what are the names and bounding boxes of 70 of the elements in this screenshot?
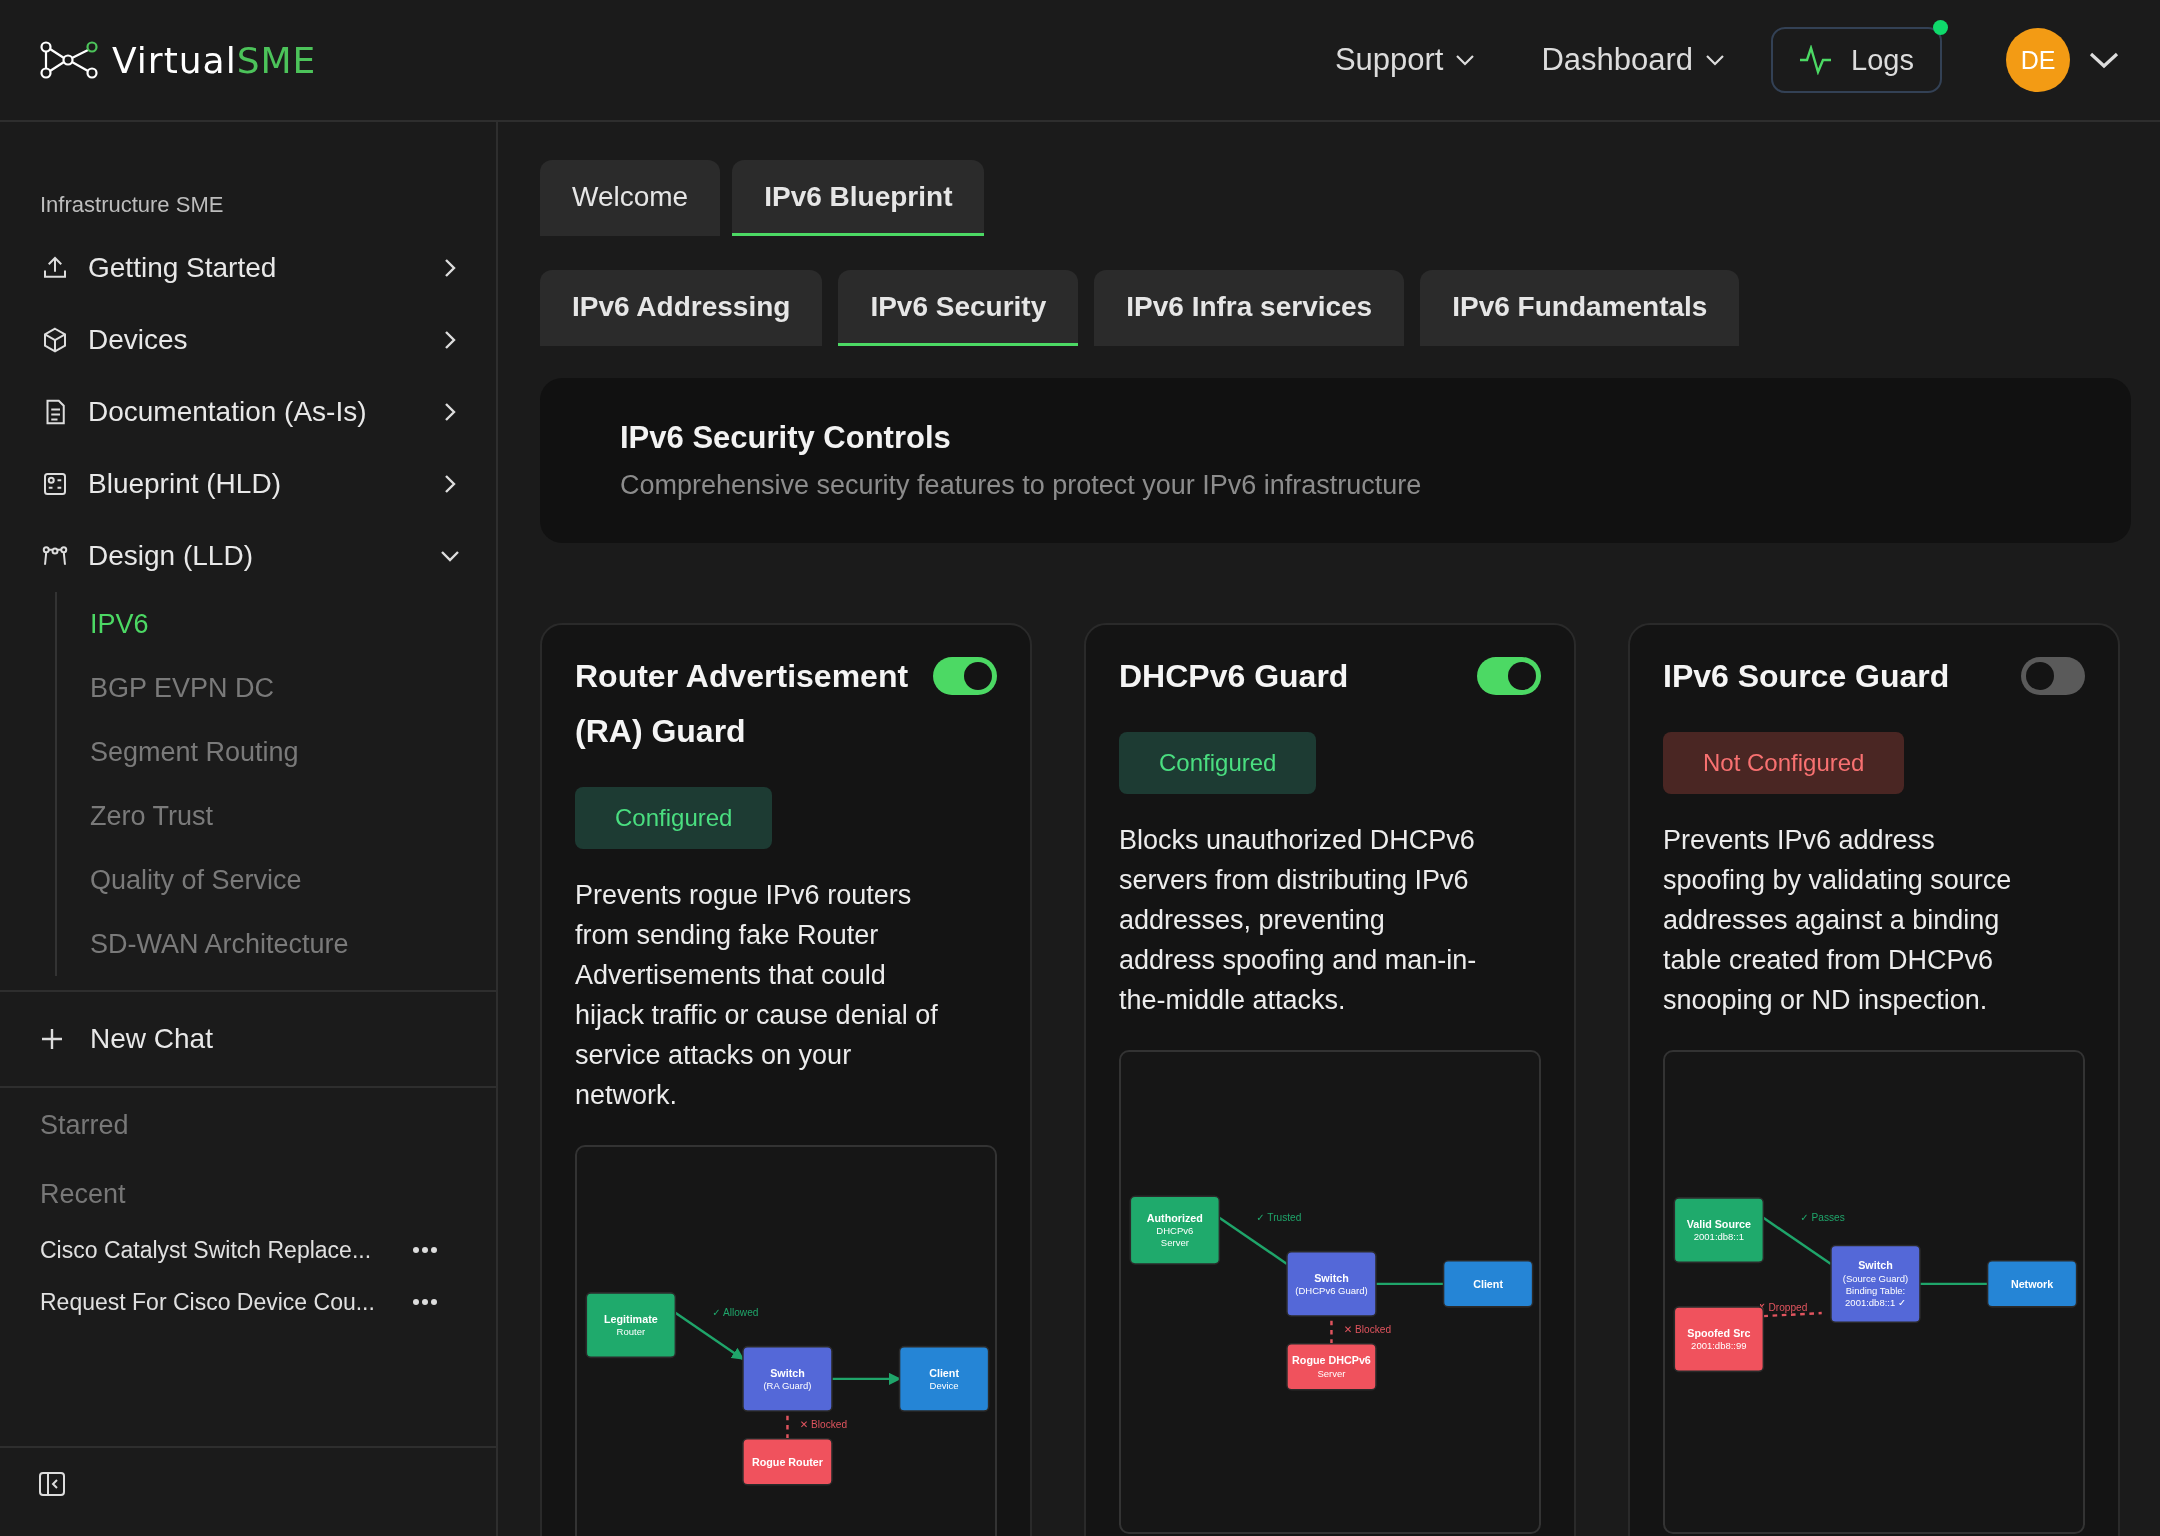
chevron-down-icon[interactable]: [2088, 50, 2120, 70]
network-node: Valid Source 2001:db8::1: [1673, 1197, 1765, 1264]
network-node: Network: [1986, 1260, 2078, 1308]
more-icon[interactable]: [412, 1298, 438, 1306]
card-title: DHCPv6 Guard: [1119, 657, 1350, 696]
section-title: Starred: [39, 1110, 130, 1141]
sidebar-item[interactable]: Getting Started: [0, 232, 496, 304]
sidebar-item[interactable]: Documentation (As-Is): [0, 376, 496, 448]
chevron-down-icon: [1705, 53, 1726, 67]
card-description: Prevents IPv6 address spoofing by validating source addresses against a binding table created from DHCPv6 snooping or ND inspection.: [1663, 824, 2013, 1017]
sidebar-toggle-icon[interactable]: [38, 1470, 66, 1498]
card-description: Prevents rogue IPv6 routers from sending fake Router Advertisements that could hijack traffic or cause denial of service attacks on your network.: [575, 879, 939, 1112]
connector-line: [1376, 1282, 1444, 1286]
logs-button[interactable]: Logs: [1771, 27, 1942, 93]
sidebar-subitem[interactable]: IPV6: [57, 592, 496, 656]
sidebar-item[interactable]: Design (LLD): [0, 520, 496, 592]
more-icon[interactable]: [412, 1246, 438, 1254]
activity-icon: [1799, 45, 1834, 75]
logo-text: VirtualSME: [112, 39, 317, 81]
card-description: Blocks unauthorized DHCPv6 servers from distributing IPv6 addresses, preventing address spoofing and man-in-the-middle attacks.: [1119, 824, 1478, 1017]
edge-label: ✕ Blocked: [799, 1419, 848, 1430]
section-title: Recent: [39, 1179, 127, 1210]
connector-arrow: [832, 1372, 902, 1385]
sidebar-item[interactable]: Devices: [0, 304, 496, 376]
tab[interactable]: IPv6 Infra services: [1094, 270, 1405, 346]
sidebar-item[interactable]: Blueprint (HLD): [0, 448, 496, 520]
status-badge: Configured: [575, 787, 773, 849]
status-badge: Not Configured: [1663, 732, 1905, 794]
edge-label: ✓ Passes: [1800, 1211, 1845, 1223]
sidebar-subitem[interactable]: BGP EVPN DC: [57, 656, 496, 720]
section-subtitle: Comprehensive security features to protect your IPv6 infrastructure: [620, 470, 1423, 501]
sidebar-subitem[interactable]: Zero Trust: [57, 784, 496, 848]
network-node: Client: [1442, 1260, 1534, 1308]
toggle-switch[interactable]: [1477, 657, 1541, 695]
sidebar-subitem[interactable]: Quality of Service: [57, 848, 496, 912]
edge-label: ✓ Trusted: [1256, 1211, 1302, 1223]
connector-line: [1920, 1282, 1988, 1286]
section-title: IPv6 Security Controls: [620, 420, 952, 456]
nav-menu[interactable]: Support: [1334, 42, 1476, 78]
network-node: Client Device: [898, 1345, 990, 1412]
recent-chat-item[interactable]: Cisco Catalyst Switch Replace...: [40, 1236, 412, 1264]
tab[interactable]: IPv6 Addressing: [540, 270, 823, 346]
network-node: Switch (Source Guard) Binding Table: 2001:db8::1 ✓: [1830, 1244, 1921, 1323]
network-node: Switch (DHCPv6 Guard): [1286, 1250, 1377, 1317]
status-badge: Configured: [1119, 732, 1317, 794]
network-node: Switch (RA Guard): [742, 1345, 833, 1412]
new-chat-button[interactable]: New Chat: [0, 992, 496, 1086]
toggle-switch[interactable]: [933, 657, 997, 695]
tab[interactable]: IPv6 Security: [838, 270, 1079, 346]
edge-label: ✕ Blocked: [1343, 1324, 1392, 1335]
section-title: Infrastructure SME: [39, 191, 225, 219]
network-node: Rogue Router: [742, 1437, 833, 1486]
tab[interactable]: IPv6 Fundamentals: [1420, 270, 1740, 346]
sidebar-subitem[interactable]: Segment Routing: [57, 720, 496, 784]
connector-line: [1763, 1311, 1822, 1318]
card-title: IPv6 Source Guard: [1663, 657, 1951, 696]
tab[interactable]: IPv6 Blueprint: [732, 160, 985, 236]
toggle-switch[interactable]: [2021, 657, 2085, 695]
recent-chat-item[interactable]: Request For Cisco Device Cou...: [40, 1288, 412, 1316]
network-node: Legitimate Router: [585, 1292, 677, 1359]
chevron-down-icon: [1455, 53, 1476, 67]
edge-label: ✓ Allowed: [712, 1306, 759, 1318]
plus-icon: [40, 1027, 64, 1051]
card-title: Router Advertisement (RA) Guard: [575, 657, 910, 751]
network-node: Rogue DHCPv6 Server: [1286, 1342, 1377, 1391]
logo-icon: [40, 41, 98, 79]
nav-menu[interactable]: Dashboard: [1541, 42, 1726, 78]
tab[interactable]: Welcome: [540, 160, 721, 236]
network-node: Authorized DHCPv6 Server: [1129, 1195, 1221, 1265]
sidebar-subitem[interactable]: SD-WAN Architecture: [57, 912, 496, 976]
